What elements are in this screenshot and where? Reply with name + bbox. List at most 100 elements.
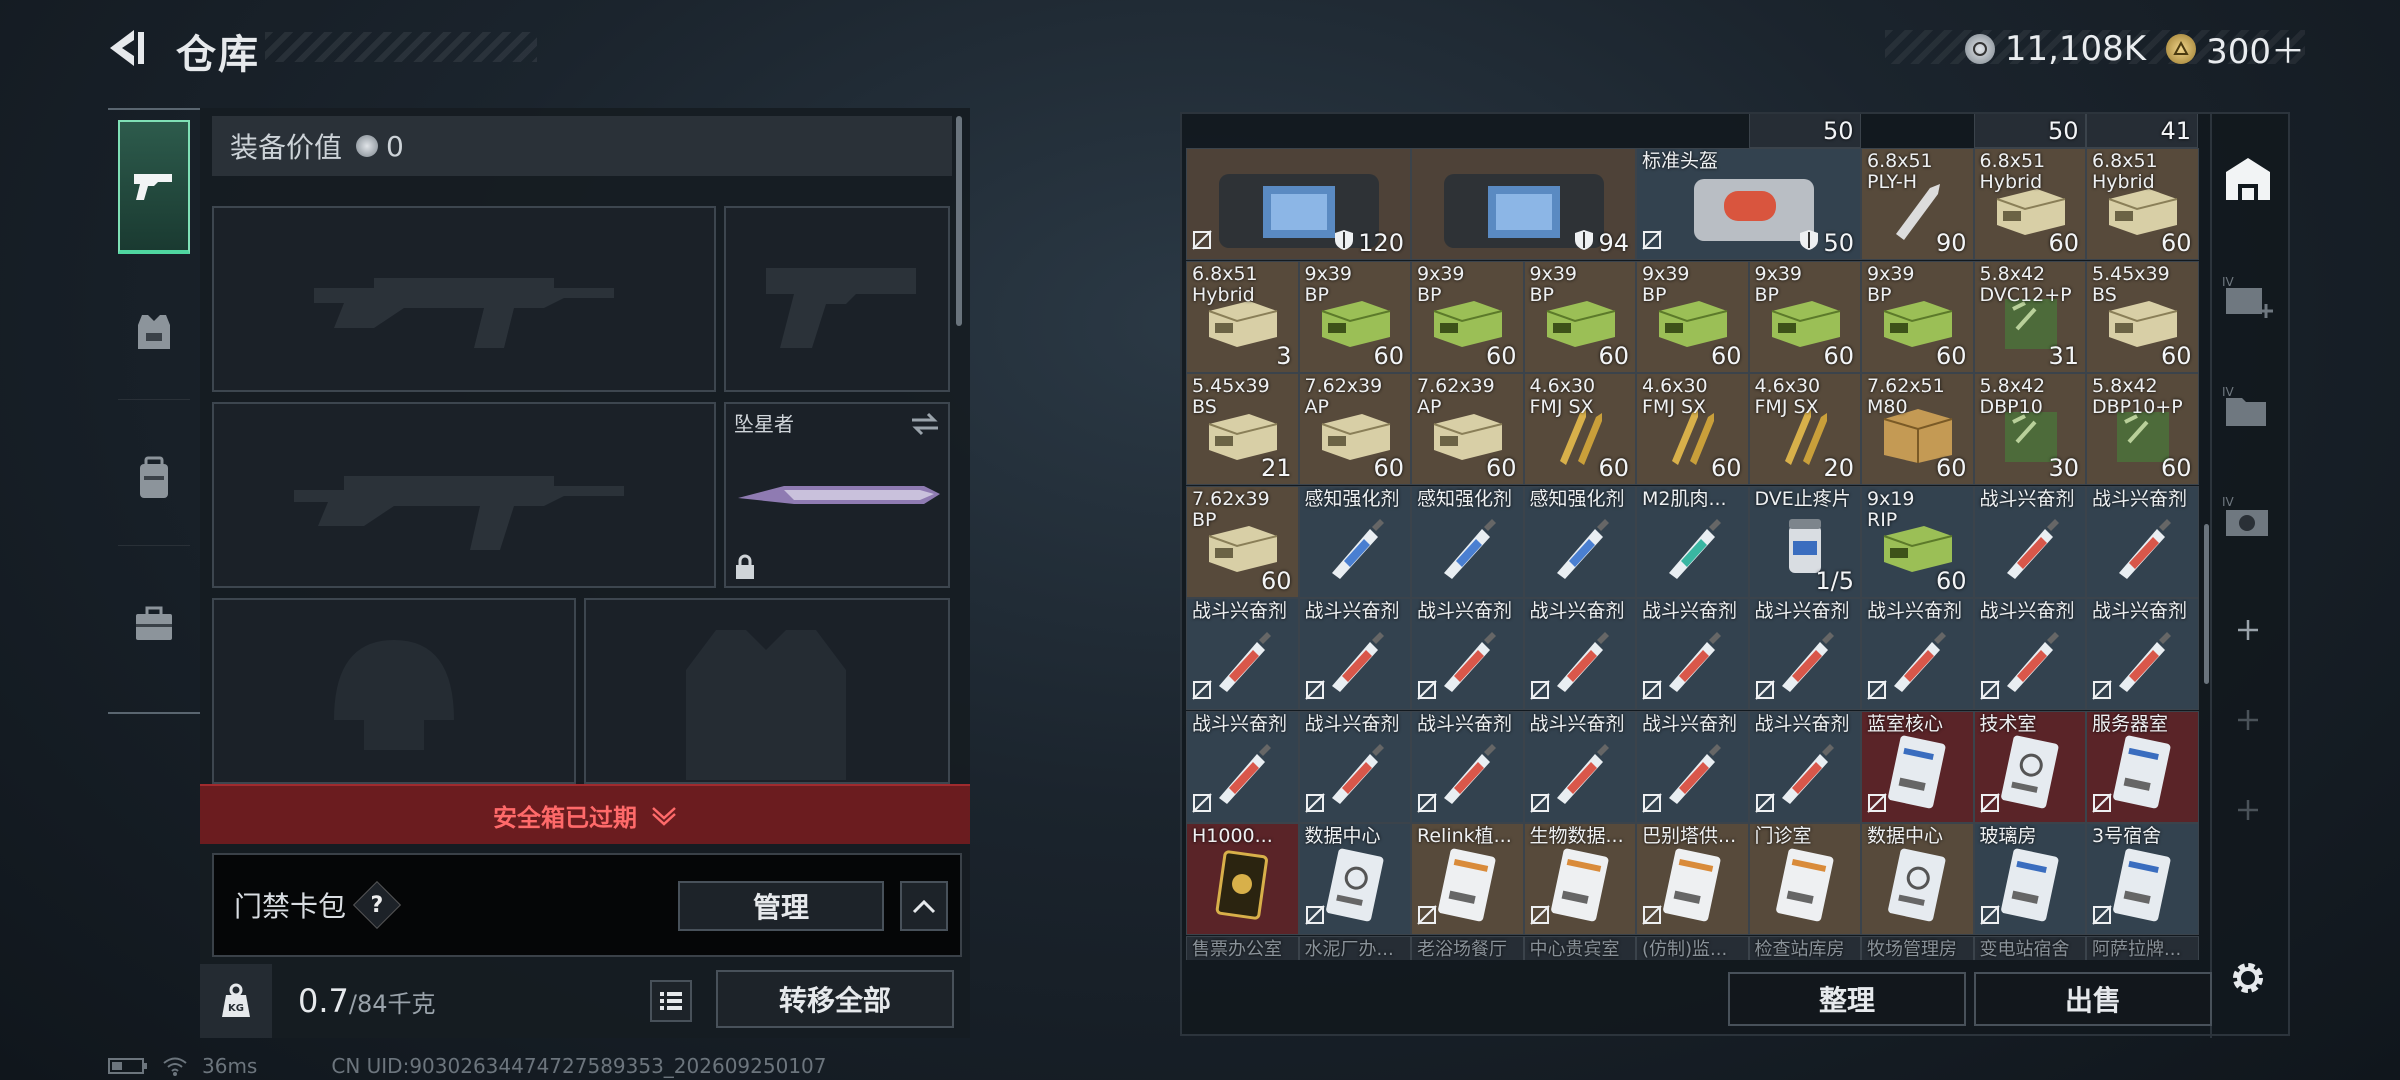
storage-item[interactable]: 9x39 BP 60 [1636, 260, 1749, 373]
storage-item[interactable]: 120 [1186, 148, 1411, 260]
storage-item[interactable]: 7.62x51 M80 60 [1861, 373, 1974, 485]
container-slot-2[interactable]: IV [2218, 376, 2278, 436]
settings-button[interactable] [2218, 948, 2278, 1008]
storage-item[interactable]: 标准头盔 50 [1636, 148, 1861, 260]
storage-item[interactable]: 战斗兴奋剂 [1186, 710, 1299, 823]
stash-button[interactable] [2218, 148, 2278, 208]
storage-item-partial[interactable]: (仿制)监... [1636, 935, 1749, 960]
storage-item[interactable]: 4.6x30 FMJ SX 60 [1523, 373, 1636, 485]
storage-item[interactable]: 战斗兴奋剂 [1411, 598, 1524, 710]
storage-item[interactable]: 服务器室 [2086, 710, 2199, 823]
storage-item[interactable]: 6.8x51 Hybrid 60 [2086, 148, 2199, 260]
storage-item[interactable]: 5.8x42 DBP10 30 [1973, 373, 2086, 485]
storage-item[interactable]: 战斗兴奋剂 [2086, 485, 2199, 598]
storage-item[interactable]: 数据中心 [1861, 823, 1974, 935]
scrollbar[interactable] [956, 116, 962, 326]
storage-item[interactable]: 4.6x30 FMJ SX 60 [1636, 373, 1749, 485]
storage-item[interactable]: 战斗兴奋剂 [1636, 710, 1749, 823]
manage-button[interactable]: 管理 [678, 881, 884, 931]
storage-item-partial[interactable]: 水泥厂办... [1298, 935, 1411, 960]
storage-item[interactable]: 6.8x51 Hybrid 60 [1973, 148, 2086, 260]
storage-item[interactable]: 战斗兴奋剂 [1748, 598, 1861, 710]
storage-item[interactable]: 6.8x51 PLY-H 90 [1861, 148, 1974, 260]
storage-item[interactable]: 感知强化剂 [1298, 485, 1411, 598]
storage-item[interactable]: 9x39 BP 60 [1748, 260, 1861, 373]
storage-item[interactable]: 蓝室核心 [1861, 710, 1974, 823]
storage-item[interactable]: 感知强化剂 [1523, 485, 1636, 598]
storage-item[interactable]: 生物数据... [1523, 823, 1636, 935]
storage-item[interactable]: 玻璃房 [1973, 823, 2086, 935]
helmet-slot[interactable] [212, 598, 576, 784]
storage-item[interactable]: 数据中心 [1298, 823, 1411, 935]
storage-item[interactable]: 9x19 RIP 60 [1861, 485, 1974, 598]
tab-gear[interactable] [118, 264, 190, 400]
storage-item[interactable]: 9x39 BP 60 [1861, 260, 1974, 373]
storage-item[interactable]: 6.8x51 Hybrid 3 [1186, 260, 1299, 373]
help-icon[interactable]: ? [352, 880, 402, 930]
storage-slot-partial[interactable]: 41 [2086, 114, 2198, 148]
container-slot-1[interactable]: IV [2218, 266, 2278, 326]
primary-weapon-slot[interactable] [212, 206, 716, 392]
sort-button[interactable]: 整理 [1728, 972, 1966, 1026]
storage-item[interactable]: 7.62x39 AP 60 [1298, 373, 1411, 485]
storage-item[interactable]: 战斗兴奋剂 [1523, 710, 1636, 823]
storage-item[interactable]: 战斗兴奋剂 [1861, 598, 1974, 710]
storage-item[interactable]: 战斗兴奋剂 [1411, 710, 1524, 823]
storage-item-partial[interactable]: 售票办公室 [1186, 935, 1299, 960]
storage-item[interactable]: 战斗兴奋剂 [1186, 598, 1299, 710]
storage-item[interactable]: 技术室 [1973, 710, 2086, 823]
storage-item[interactable]: 战斗兴奋剂 [1298, 598, 1411, 710]
storage-item-partial[interactable]: 阿萨拉牌... [2086, 935, 2199, 960]
container-slot-3[interactable]: IV [2218, 486, 2278, 546]
storage-item-partial[interactable]: 牧场管理房 [1861, 935, 1974, 960]
storage-item[interactable]: 巴别塔供... [1636, 823, 1749, 935]
storage-item[interactable]: 9x39 BP 60 [1411, 260, 1524, 373]
storage-item[interactable]: 战斗兴奋剂 [1636, 598, 1749, 710]
storage-item-partial[interactable]: 老浴场餐厅 [1411, 935, 1524, 960]
storage-item[interactable]: 3号宿舍 [2086, 823, 2199, 935]
storage-item-partial[interactable]: 检查站库房 [1748, 935, 1861, 960]
storage-item[interactable]: 5.8x42 DVC12+P 31 [1973, 260, 2086, 373]
storage-item[interactable]: 9x39 BP 60 [1523, 260, 1636, 373]
storage-item[interactable]: 4.6x30 FMJ SX 20 [1748, 373, 1861, 485]
storage-item[interactable]: 战斗兴奋剂 [2086, 598, 2199, 710]
transfer-all-button[interactable]: 转移全部 [716, 970, 954, 1028]
storage-item[interactable]: 7.62x39 AP 60 [1411, 373, 1524, 485]
sell-button[interactable]: 出售 [1974, 972, 2212, 1026]
list-view-button[interactable] [650, 980, 692, 1022]
storage-item[interactable]: 战斗兴奋剂 [1973, 485, 2086, 598]
melee-slot[interactable]: 坠星者 [724, 402, 950, 588]
armor-slot[interactable] [584, 598, 950, 784]
tab-backpack[interactable] [118, 410, 190, 546]
storage-item[interactable]: 7.62x39 BP 60 [1186, 485, 1299, 598]
tab-weapons[interactable] [118, 120, 190, 254]
storage-item[interactable]: 门诊室 [1748, 823, 1861, 935]
collapse-button[interactable] [900, 881, 948, 931]
tab-case[interactable] [118, 556, 190, 692]
storage-item[interactable]: 战斗兴奋剂 [1748, 710, 1861, 823]
storage-slot-partial[interactable]: 50 [1973, 114, 2086, 148]
back-button[interactable] [104, 26, 148, 70]
unsearched-icon [1641, 792, 1663, 818]
storage-item-partial[interactable]: 中心贵宾室 [1523, 935, 1636, 960]
storage-item[interactable]: 94 [1411, 148, 1636, 260]
storage-item-partial[interactable]: 变电站宿舍 [1973, 935, 2086, 960]
storage-item[interactable]: 9x39 BP 60 [1298, 260, 1411, 373]
storage-item[interactable]: 5.8x42 DBP10+P 60 [2086, 373, 2199, 485]
storage-item[interactable]: Relink植... [1411, 823, 1524, 935]
storage-item[interactable]: 5.45x39 BS 21 [1186, 373, 1299, 485]
storage-item[interactable]: 感知强化剂 [1411, 485, 1524, 598]
storage-item[interactable]: 战斗兴奋剂 [1298, 710, 1411, 823]
storage-item[interactable]: M2肌肉... [1636, 485, 1749, 598]
safe-box-banner[interactable]: 安全箱已过期 [200, 784, 970, 844]
storage-item[interactable]: 5.45x39 BS 60 [2086, 260, 2199, 373]
storage-item[interactable]: H1000... [1186, 823, 1299, 935]
storage-slot-partial[interactable]: 50 [1748, 114, 1861, 148]
pistol-slot[interactable] [724, 206, 950, 392]
secondary-weapon-slot[interactable] [212, 402, 716, 588]
add-container-button[interactable] [2218, 600, 2278, 660]
storage-item[interactable]: 战斗兴奋剂 [1523, 598, 1636, 710]
scrollbar[interactable] [2204, 524, 2209, 684]
storage-item[interactable]: 战斗兴奋剂 [1973, 598, 2086, 710]
storage-item[interactable]: DVE止疼片 1/5 [1748, 485, 1861, 598]
